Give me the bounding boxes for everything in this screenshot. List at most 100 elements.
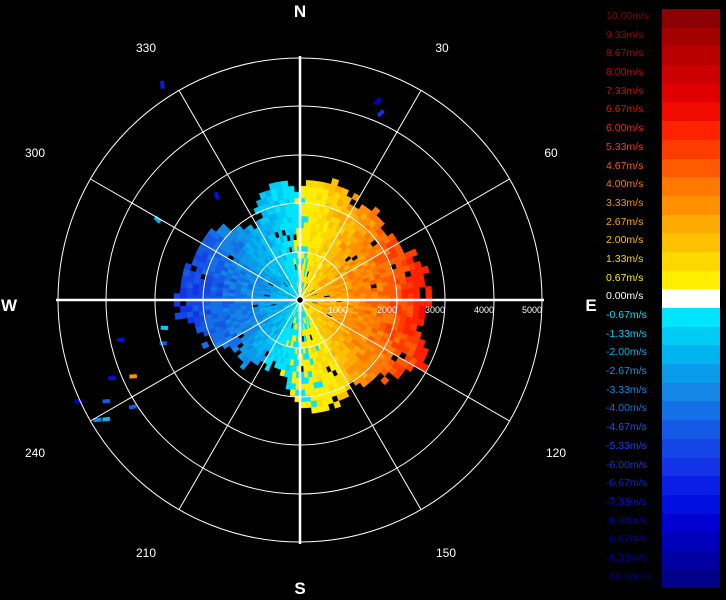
legend-swatch — [662, 139, 720, 159]
legend-row: -1.33m/s — [606, 326, 720, 346]
velocity-bin — [304, 389, 311, 397]
velocity-bin — [365, 292, 373, 297]
legend-row: 8.67m/s — [606, 46, 720, 66]
velocity-bin — [284, 204, 291, 212]
velocity-bin — [180, 311, 188, 320]
velocity-bin — [227, 303, 235, 308]
velocity-bin — [128, 404, 137, 410]
velocity-bin — [307, 376, 314, 384]
legend-label: 6.67m/s — [606, 103, 644, 116]
velocity-bin — [305, 185, 313, 193]
legend-swatch — [662, 214, 720, 234]
bearing-label-120: 120 — [545, 446, 567, 460]
velocity-bin — [285, 382, 292, 390]
velocity-bin — [311, 406, 319, 414]
legend-label: -7.33m/s — [606, 495, 647, 508]
compass-south-label: S — [294, 579, 306, 598]
legend-row: -0.67m/s — [606, 308, 720, 327]
velocity-bin — [186, 281, 194, 289]
velocity-bin — [290, 209, 296, 217]
velocity-bin — [316, 405, 324, 413]
legend-label: 8.67m/s — [606, 47, 644, 60]
velocity-bin — [425, 285, 433, 294]
velocity-echo-layer — [74, 80, 433, 423]
velocity-bin — [281, 186, 289, 194]
legend-swatch — [662, 27, 720, 47]
velocity-bin — [412, 280, 420, 289]
legend-label: -9.33m/s — [606, 551, 647, 564]
velocity-bin — [180, 280, 188, 289]
bearing-label-330: 330 — [135, 41, 157, 55]
bearing-label-150: 150 — [435, 546, 457, 560]
legend-label: 10.00m/s — [606, 10, 650, 22]
velocity-bin — [376, 109, 385, 118]
legend-swatch — [662, 494, 720, 514]
velocity-bin — [285, 210, 292, 218]
velocity-bin — [417, 273, 425, 282]
velocity-bin — [382, 285, 390, 292]
velocity-bin — [303, 371, 309, 379]
velocity-bin — [302, 347, 306, 355]
velocity-bin — [310, 400, 318, 408]
legend-row: 5.33m/s — [606, 139, 720, 159]
velocity-bin — [185, 305, 193, 313]
velocity-bin — [305, 191, 312, 199]
velocity-bin — [282, 192, 290, 200]
velocity-bin — [102, 416, 111, 422]
velocity-bin — [290, 377, 297, 385]
velocity-bin — [245, 302, 253, 306]
velocity-bin — [290, 383, 296, 391]
velocity-bin — [174, 312, 182, 320]
velocity-bin — [305, 179, 313, 187]
velocity-bin — [203, 304, 211, 311]
radar-plot: 1000 2000 3000 4000 5000 — [56, 56, 544, 544]
velocity-bin — [304, 209, 310, 217]
legend-swatch — [662, 9, 720, 28]
velocity-bin — [311, 180, 320, 188]
velocity-bin — [213, 191, 221, 200]
legend-swatch — [662, 83, 720, 103]
velocity-bin — [287, 185, 295, 193]
legend-row: -3.33m/s — [606, 382, 720, 402]
bearing-label-30: 30 — [435, 41, 449, 55]
radar-center-marker — [295, 295, 305, 305]
legend-swatch — [662, 476, 720, 495]
legend-row: 4.67m/s — [606, 158, 720, 178]
legend-swatch — [662, 420, 720, 439]
legend-label: -4.67m/s — [606, 421, 647, 434]
range-label: 4000 — [474, 305, 494, 315]
legend-row: 9.33m/s — [606, 27, 720, 47]
velocity-bin — [288, 191, 295, 199]
velocity-bin — [309, 388, 316, 396]
velocity-bin — [294, 245, 298, 253]
velocity-bin — [371, 291, 379, 297]
velocity-bin — [286, 216, 293, 224]
velocity-bin — [302, 353, 307, 361]
range-label: 2000 — [377, 305, 397, 315]
legend-row: -6.67m/s — [606, 476, 720, 495]
velocity-bin — [413, 305, 421, 313]
velocity-bin — [421, 265, 430, 275]
legend-swatch — [662, 438, 720, 458]
velocity-bin — [417, 318, 425, 327]
velocity-bin — [304, 383, 310, 391]
legend-label: 0.00m/s — [606, 290, 644, 303]
velocity-bin — [293, 239, 298, 247]
velocity-bin — [191, 288, 199, 295]
legend-swatch — [662, 289, 720, 308]
velocity-bin — [290, 215, 297, 223]
legend-row: 0.00m/s — [606, 289, 720, 308]
bearing-label-60: 60 — [544, 146, 558, 160]
velocity-bin — [383, 290, 391, 296]
velocity-bin — [353, 293, 361, 298]
legend-label: -2.67m/s — [606, 365, 647, 378]
legend-label: 1.33m/s — [606, 252, 644, 265]
legend-label: -4.00m/s — [606, 402, 647, 415]
legend-label: -3.33m/s — [606, 383, 647, 396]
velocity-bin — [308, 382, 315, 390]
velocity-bin — [179, 305, 187, 313]
velocity-bin — [302, 359, 308, 367]
legend-row: 1.33m/s — [606, 251, 720, 271]
velocity-bin — [388, 284, 396, 291]
range-label: 5000 — [522, 305, 542, 315]
